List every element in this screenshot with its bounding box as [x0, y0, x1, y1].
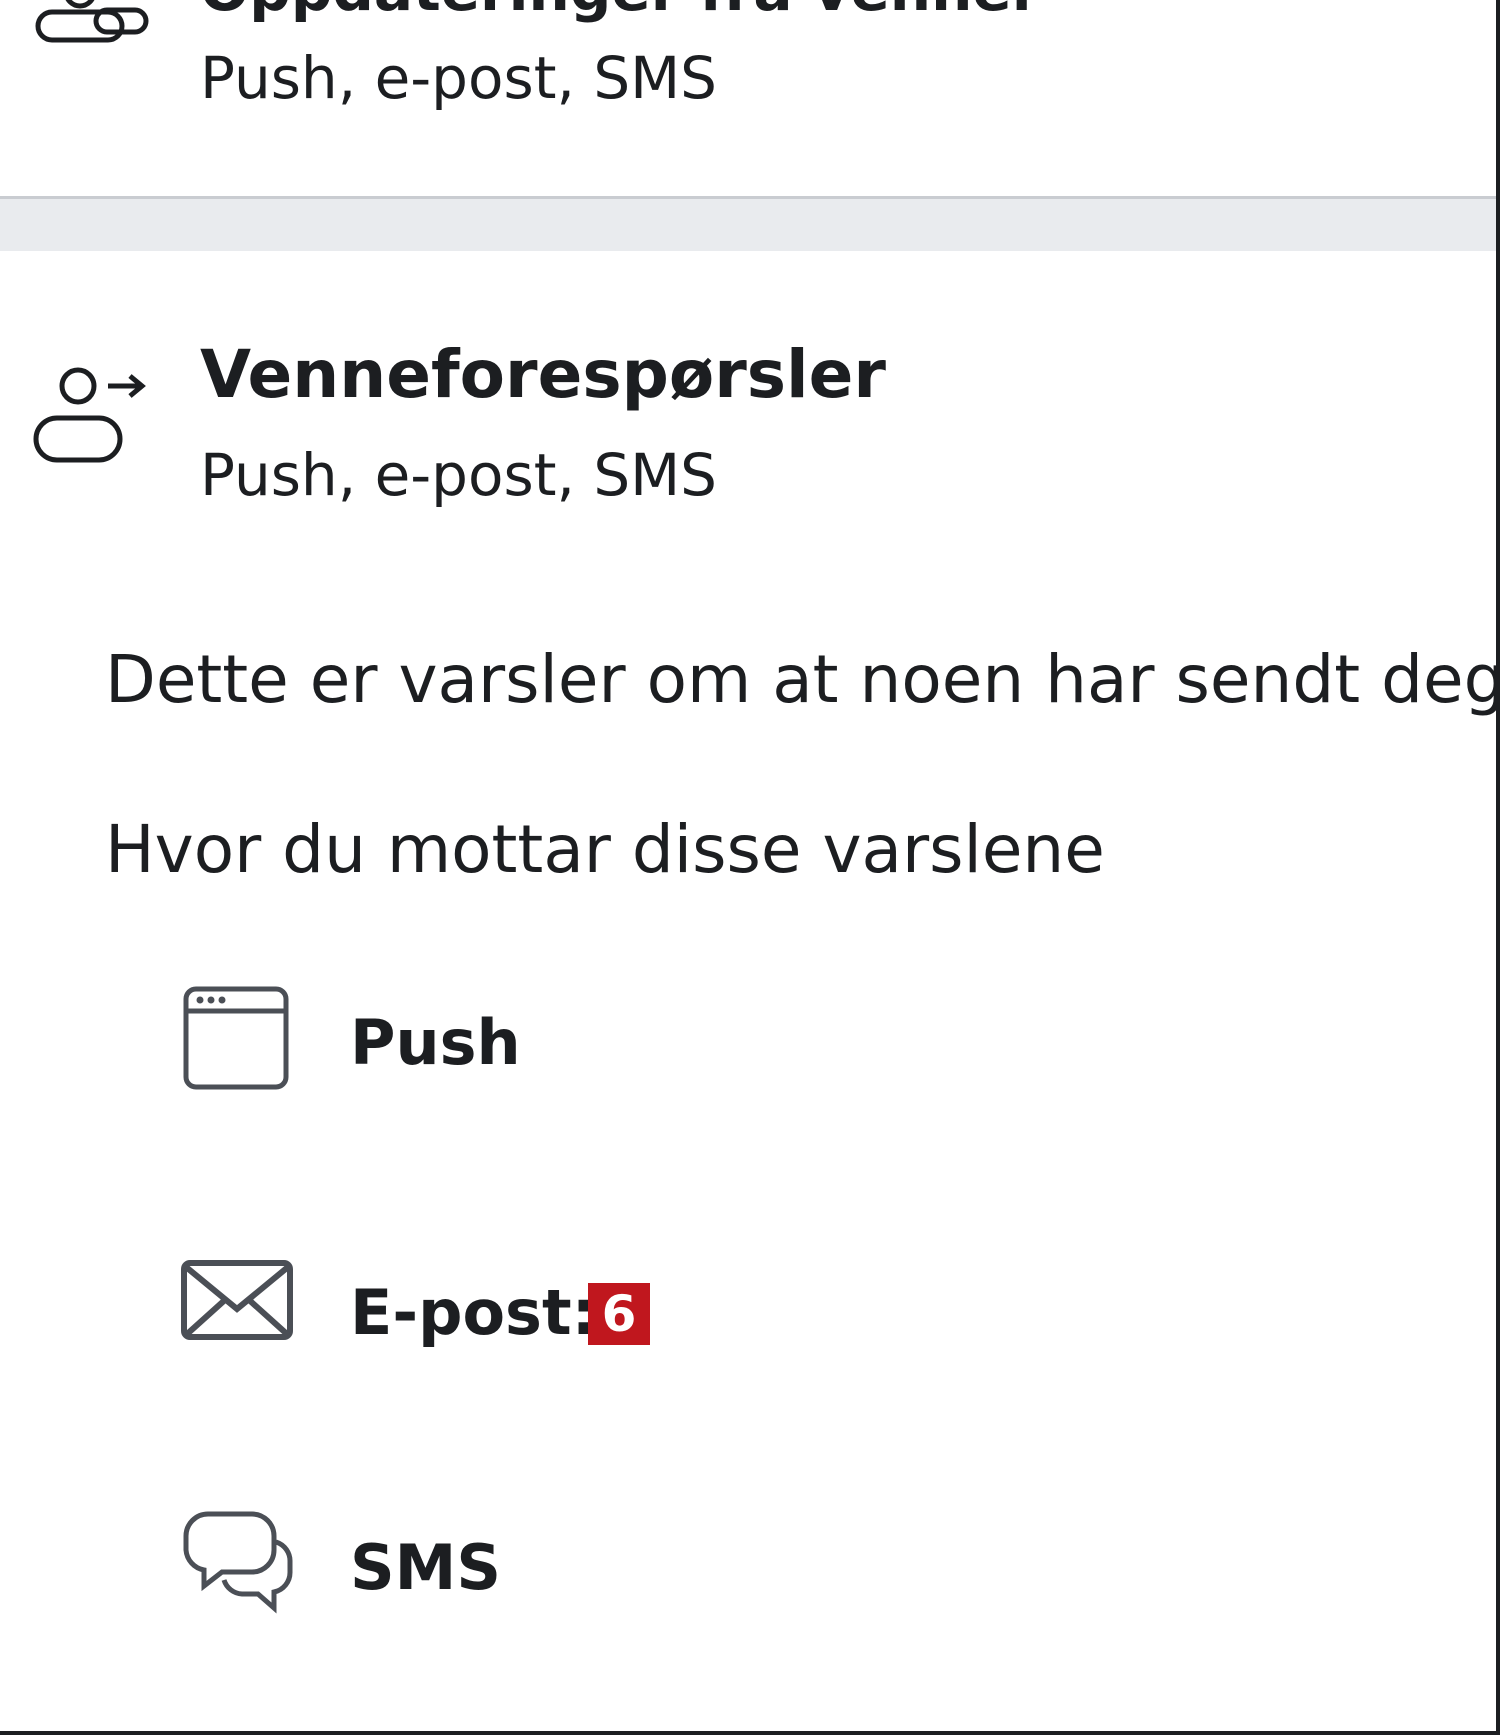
section-separator — [0, 199, 1496, 251]
chat-bubbles-icon — [183, 1511, 293, 1614]
callout-badge: 6 — [588, 1283, 650, 1345]
channel-push-label: Push — [350, 1006, 521, 1079]
channel-email[interactable]: E-post: 6 — [180, 1251, 980, 1371]
channel-email-label: E-post: — [350, 1276, 597, 1349]
person-arrow-icon — [33, 367, 146, 463]
browser-window-icon — [183, 986, 289, 1090]
friend-requests-description: Dette er varsler om at noen har sendt de… — [105, 641, 1500, 718]
friend-updates-title: Oppdateringer fra venner — [200, 0, 1040, 24]
notification-settings-panel: Oppdateringer fra venner Push, e-post, S… — [0, 0, 1500, 1735]
channel-push[interactable]: Push — [180, 981, 980, 1101]
channel-sms[interactable]: SMS — [180, 1506, 980, 1626]
friend-updates-subtitle: Push, e-post, SMS — [200, 44, 717, 112]
channel-sms-label: SMS — [350, 1531, 502, 1604]
friend-requests-subtitle: Push, e-post, SMS — [200, 441, 717, 509]
friend-requests-section: Venneforespørsler Push, e-post, SMS Dett… — [0, 251, 1500, 1731]
delivery-channels-heading: Hvor du mottar disse varslene — [105, 811, 1105, 888]
envelope-icon — [181, 1260, 293, 1340]
friend-requests-title: Venneforespørsler — [200, 336, 886, 413]
people-icon — [35, 0, 149, 43]
friend-updates-item[interactable]: Oppdateringer fra venner Push, e-post, S… — [0, 0, 1496, 199]
